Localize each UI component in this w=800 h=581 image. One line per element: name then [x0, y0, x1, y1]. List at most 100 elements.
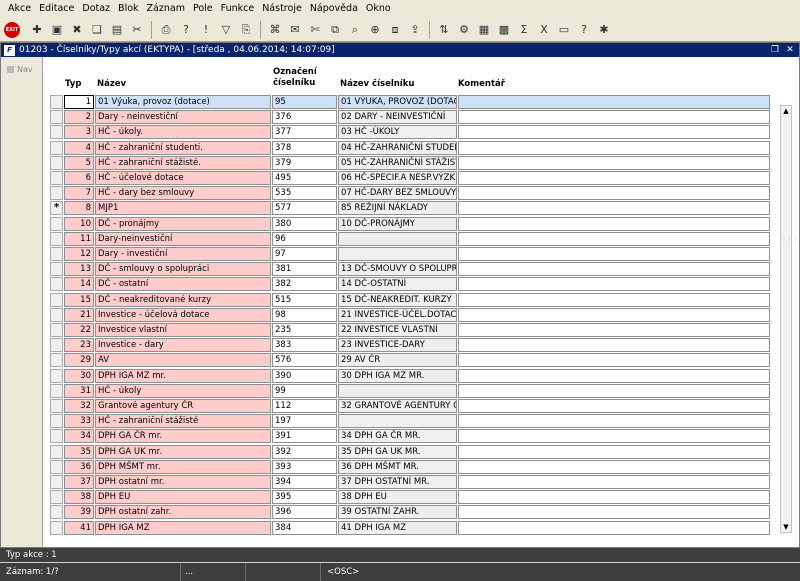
cell-nazev[interactable]: DPH GA ČR mr.	[95, 429, 271, 444]
menu-item-5[interactable]: Pole	[189, 0, 217, 18]
cell-typ[interactable]: 2	[64, 110, 94, 125]
menu-item-9[interactable]: Okno	[362, 0, 395, 18]
vertical-scrollbar[interactable]: ▲ ⋮⋮⋮⋮⋮⋮ ▼	[780, 105, 800, 533]
cell-typ[interactable]: 22	[64, 323, 94, 337]
cell-nazev[interactable]: HČ - dary bez smlouvy	[95, 186, 271, 201]
cell-typ[interactable]: 3	[64, 125, 94, 140]
scroll-grip-icon[interactable]: ⋮⋮⋮⋮⋮⋮	[781, 236, 800, 306]
cell-nazev[interactable]: HČ - zahraniční stážisté	[95, 414, 271, 429]
cell-komentar[interactable]	[458, 490, 770, 505]
cell-oznaceni[interactable]: 396	[272, 505, 337, 520]
cell-komentar[interactable]	[458, 307, 770, 322]
menu-item-8[interactable]: Nápověda	[306, 0, 362, 18]
cell-nazev-ciselniku[interactable]: 05 HČ-ZAHRANIČNÍ STÁŽISTÉ	[338, 155, 457, 170]
cell-typ[interactable]: 8	[64, 201, 94, 216]
cell-oznaceni[interactable]: 390	[272, 368, 337, 383]
save-icon[interactable]: ▣	[48, 21, 66, 39]
cell-typ[interactable]: 32	[64, 399, 94, 413]
copy-icon[interactable]: ❏	[88, 21, 106, 39]
lightbulb-icon[interactable]: ✱	[595, 21, 613, 39]
cell-nazev[interactable]: DPH IGA MZ mr.	[95, 368, 271, 383]
menu-item-2[interactable]: Dotaz	[78, 0, 114, 18]
cell-typ[interactable]: 1	[64, 95, 94, 109]
row-marker[interactable]	[50, 505, 63, 520]
cell-typ[interactable]: 37	[64, 475, 94, 489]
row-marker[interactable]	[50, 323, 63, 337]
row-marker[interactable]	[50, 338, 63, 353]
paste-icon[interactable]: ▤	[108, 21, 126, 39]
cell-typ[interactable]: 35	[64, 444, 94, 459]
cell-komentar[interactable]	[458, 338, 770, 353]
menu-item-6[interactable]: Funkce	[217, 0, 259, 18]
cell-komentar[interactable]	[458, 201, 770, 216]
row-marker[interactable]	[50, 414, 63, 429]
cell-nazev[interactable]: DČ - pronájmy	[95, 216, 271, 231]
cell-nazev[interactable]: Investice vlastní	[95, 323, 271, 337]
cell-komentar[interactable]	[458, 95, 770, 109]
cell-nazev[interactable]: DČ - neakreditované kurzy	[95, 292, 271, 307]
cell-komentar[interactable]	[458, 429, 770, 444]
cell-nazev-ciselniku[interactable]	[338, 383, 457, 398]
cell-komentar[interactable]	[458, 383, 770, 398]
cell-komentar[interactable]	[458, 155, 770, 170]
scissors-icon[interactable]: ✄	[306, 21, 324, 39]
cell-nazev-ciselniku[interactable]: 10 DČ-PRONÁJMY	[338, 216, 457, 231]
row-marker[interactable]	[50, 399, 63, 413]
cell-typ[interactable]: 11	[64, 231, 94, 246]
cell-typ[interactable]: 38	[64, 490, 94, 505]
cell-nazev-ciselniku[interactable]: 30 DPH IGA MZ MR.	[338, 368, 457, 383]
cell-nazev[interactable]: HČ - úkoly.	[95, 125, 271, 140]
scroll-down-arrow-icon[interactable]: ▼	[781, 522, 791, 532]
cell-nazev-ciselniku[interactable]	[338, 247, 457, 261]
cell-oznaceni[interactable]: 377	[272, 125, 337, 140]
cell-komentar[interactable]	[458, 247, 770, 261]
exit-button[interactable]: EXIT	[4, 21, 20, 38]
cell-nazev-ciselniku[interactable]: 21 INVESTICE-ÚČEL.DOTACE	[338, 307, 457, 322]
nav-label[interactable]: Nav	[7, 65, 33, 74]
row-marker[interactable]	[50, 475, 63, 489]
cell-nazev[interactable]: DPH MŠMT mr.	[95, 459, 271, 474]
row-marker[interactable]	[50, 140, 63, 155]
cell-komentar[interactable]	[458, 323, 770, 337]
cell-oznaceni[interactable]: 95	[272, 95, 337, 109]
cell-komentar[interactable]	[458, 414, 770, 429]
cell-nazev[interactable]: HČ - zahraniční studenti.	[95, 140, 271, 155]
cut-icon[interactable]: ✂	[128, 21, 146, 39]
cell-oznaceni[interactable]: 112	[272, 399, 337, 413]
cell-typ[interactable]: 30	[64, 368, 94, 383]
cell-komentar[interactable]	[458, 186, 770, 201]
row-marker[interactable]	[50, 262, 63, 277]
cell-komentar[interactable]	[458, 399, 770, 413]
cell-nazev-ciselniku[interactable]: 03 HČ -ÚKOLY	[338, 125, 457, 140]
row-marker[interactable]	[50, 353, 63, 368]
cell-nazev-ciselniku[interactable]: 85 REŽIJNÍ NÁKLADY	[338, 201, 457, 216]
cell-oznaceni[interactable]: 393	[272, 459, 337, 474]
settings-icon[interactable]: ⚙	[455, 21, 473, 39]
cell-nazev-ciselniku[interactable]: 37 DPH OSTATNÍ MR.	[338, 475, 457, 489]
cell-nazev-ciselniku[interactable]: 22 INVESTICE VLASTNÍ	[338, 323, 457, 337]
cell-komentar[interactable]	[458, 171, 770, 185]
cell-nazev[interactable]: DPH ostatní mr.	[95, 475, 271, 489]
cell-nazev-ciselniku[interactable]: 02 DARY - NEINVESTIČNÍ	[338, 110, 457, 125]
cell-typ[interactable]: 14	[64, 277, 94, 292]
cell-nazev-ciselniku[interactable]: 38 DPH EU	[338, 490, 457, 505]
cell-komentar[interactable]	[458, 475, 770, 489]
cell-komentar[interactable]	[458, 459, 770, 474]
sum-icon[interactable]: Σ	[515, 21, 533, 39]
cell-oznaceni[interactable]: 99	[272, 383, 337, 398]
cell-nazev[interactable]: DPH ostatní zahr.	[95, 505, 271, 520]
row-marker[interactable]	[50, 110, 63, 125]
cell-nazev[interactable]: Dary - investiční	[95, 247, 271, 261]
cell-nazev[interactable]: DČ - smlouvy o spolupráci	[95, 262, 271, 277]
row-marker[interactable]	[50, 459, 63, 474]
cell-nazev-ciselniku[interactable]: 01 VÝUKA, PROVOZ (DOTAC	[338, 95, 457, 109]
cell-oznaceni[interactable]: 382	[272, 277, 337, 292]
cell-oznaceni[interactable]: 391	[272, 429, 337, 444]
cell-nazev-ciselniku[interactable]: 29 AV ČR	[338, 353, 457, 368]
cell-oznaceni[interactable]: 98	[272, 307, 337, 322]
cell-oznaceni[interactable]: 495	[272, 171, 337, 185]
find-icon[interactable]: ⌕	[346, 21, 364, 39]
print-icon[interactable]: ⎙	[157, 21, 175, 39]
cell-typ[interactable]: 39	[64, 505, 94, 520]
cell-nazev-ciselniku[interactable]: 14 DČ-OSTATNÍ	[338, 277, 457, 292]
